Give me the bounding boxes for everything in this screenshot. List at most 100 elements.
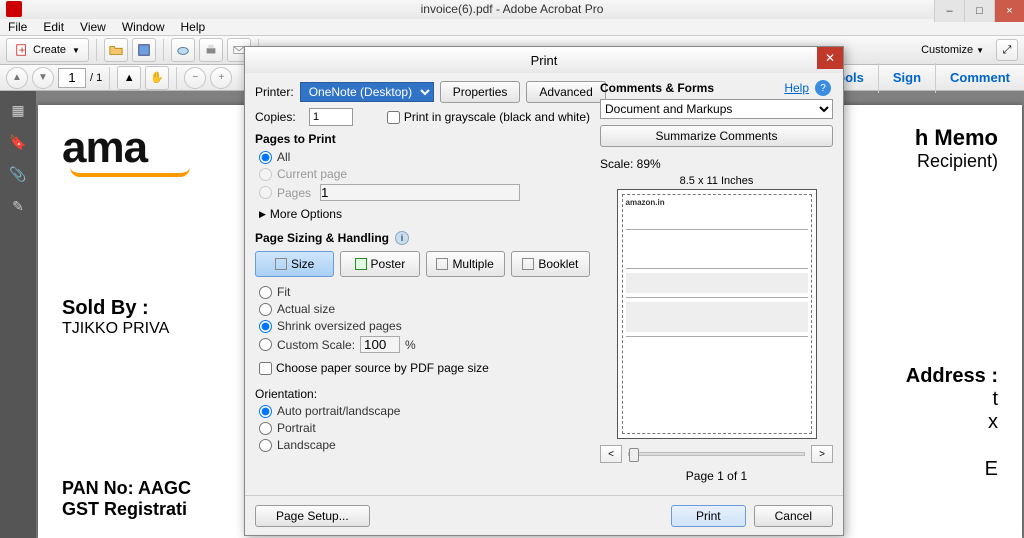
app-icon	[6, 1, 22, 17]
page-up-button[interactable]: ▲	[6, 67, 28, 89]
pages-to-print-title: Pages to Print	[255, 132, 590, 146]
advanced-button[interactable]: Advanced	[526, 81, 605, 103]
page-total: / 1	[90, 72, 102, 84]
copies-input[interactable]	[309, 108, 353, 126]
cloud-button[interactable]	[171, 38, 195, 62]
menu-help[interactable]: Help	[173, 20, 214, 34]
size-icon	[275, 258, 287, 270]
more-options-toggle[interactable]: ▶More Options	[259, 207, 590, 221]
printer-icon	[204, 43, 218, 57]
close-button[interactable]: ×	[994, 0, 1024, 22]
open-button[interactable]	[104, 38, 128, 62]
multiple-icon	[436, 258, 448, 270]
print-confirm-button[interactable]: Print	[671, 505, 746, 527]
paper-source-checkbox[interactable]	[259, 362, 272, 375]
zoom-out-button[interactable]: −	[184, 67, 206, 89]
auto-radio[interactable]	[259, 405, 272, 418]
dialog-close-button[interactable]: ✕	[817, 47, 843, 69]
poster-tab[interactable]: Poster	[340, 251, 419, 277]
pages-label: Pages	[277, 186, 311, 200]
thumbnails-icon[interactable]: ▦	[9, 101, 27, 119]
slider-thumb[interactable]	[629, 448, 639, 462]
address-label: Address :	[906, 365, 998, 388]
current-radio	[259, 168, 272, 181]
actual-radio[interactable]	[259, 303, 272, 316]
dialog-titlebar: Print ✕	[245, 47, 843, 73]
help-link[interactable]: Help	[784, 81, 809, 95]
printer-label: Printer:	[255, 85, 294, 99]
cancel-button[interactable]: Cancel	[754, 505, 833, 527]
page-setup-button[interactable]: Page Setup...	[255, 505, 370, 527]
expand-button[interactable]: ⤢	[996, 39, 1018, 61]
orientation-label: Orientation:	[255, 387, 590, 401]
window-title: invoice(6).pdf - Adobe Acrobat Pro	[421, 2, 604, 16]
pan-label: PAN No: AAGC	[62, 478, 191, 498]
print-dialog: Print ✕ Help ? Printer: OneNote (Desktop…	[244, 46, 844, 536]
folder-icon	[109, 43, 123, 57]
info-icon[interactable]: i	[395, 231, 409, 245]
size-tab[interactable]: Size	[255, 251, 334, 277]
custom-radio[interactable]	[259, 338, 272, 351]
menu-view[interactable]: View	[72, 20, 114, 34]
signature-icon[interactable]: ✎	[9, 197, 27, 215]
all-label: All	[277, 150, 290, 164]
help-icon[interactable]: ?	[815, 80, 831, 96]
booklet-tab[interactable]: Booklet	[511, 251, 590, 277]
scale-label: Scale: 89%	[600, 157, 833, 171]
shrink-label: Shrink oversized pages	[277, 319, 402, 333]
portrait-radio[interactable]	[259, 422, 272, 435]
pages-input	[320, 184, 520, 201]
customize-button[interactable]: Customize ▼	[921, 44, 984, 56]
print-button[interactable]	[199, 38, 223, 62]
preview-next-button[interactable]: >	[811, 445, 833, 463]
handling-title: Page Sizing & Handling	[255, 231, 389, 245]
comments-select[interactable]: Document and Markups	[600, 99, 833, 119]
preview-slider[interactable]	[628, 452, 805, 456]
all-radio[interactable]	[259, 151, 272, 164]
pointer-tool[interactable]: ▲	[117, 66, 141, 90]
page-number-input[interactable]	[58, 68, 86, 88]
menu-window[interactable]: Window	[114, 20, 173, 34]
minimize-button[interactable]: –	[934, 0, 964, 22]
titlebar: invoice(6).pdf - Adobe Acrobat Pro – □ ×	[0, 0, 1024, 19]
fit-radio[interactable]	[259, 286, 272, 299]
grayscale-checkbox[interactable]	[387, 111, 400, 124]
save-button[interactable]	[132, 38, 156, 62]
memo-heading: h Memo	[915, 125, 998, 151]
menubar: File Edit View Window Help	[0, 19, 1024, 36]
bookmark-icon[interactable]: 🔖	[9, 133, 27, 151]
triangle-icon: ▶	[259, 209, 266, 220]
dialog-title: Print	[531, 53, 558, 68]
summarize-button[interactable]: Summarize Comments	[600, 125, 833, 147]
dropdown-icon: ▼	[72, 46, 80, 55]
portrait-label: Portrait	[277, 421, 316, 435]
poster-icon	[355, 258, 367, 270]
actual-label: Actual size	[277, 302, 335, 316]
custom-scale-input[interactable]	[360, 336, 400, 353]
zoom-in-button[interactable]: +	[210, 67, 232, 89]
printer-select[interactable]: OneNote (Desktop)	[300, 82, 434, 102]
auto-label: Auto portrait/landscape	[277, 404, 400, 418]
landscape-label: Landscape	[277, 438, 336, 452]
sign-tab[interactable]: Sign	[878, 63, 935, 93]
properties-button[interactable]: Properties	[440, 81, 521, 103]
menu-edit[interactable]: Edit	[35, 20, 72, 34]
comment-tab[interactable]: Comment	[935, 63, 1024, 93]
landscape-radio[interactable]	[259, 439, 272, 452]
grayscale-label: Print in grayscale (black and white)	[404, 110, 590, 124]
pages-radio	[259, 186, 272, 199]
page-down-button[interactable]: ▼	[32, 67, 54, 89]
menu-file[interactable]: File	[0, 20, 35, 34]
preview-prev-button[interactable]: <	[600, 445, 622, 463]
recipient-label: Recipient)	[915, 151, 998, 172]
paper-size-label: 8.5 x 11 Inches	[600, 175, 833, 187]
shrink-radio[interactable]	[259, 320, 272, 333]
hand-tool[interactable]: ✋	[145, 66, 169, 90]
multiple-tab[interactable]: Multiple	[426, 251, 505, 277]
customize-label: Customize	[921, 44, 973, 56]
attachment-icon[interactable]: 📎	[9, 165, 27, 183]
paper-source-label: Choose paper source by PDF page size	[276, 361, 489, 375]
create-button[interactable]: Create ▼	[6, 38, 89, 62]
dropdown-icon: ▼	[976, 46, 984, 55]
maximize-button[interactable]: □	[964, 0, 994, 22]
